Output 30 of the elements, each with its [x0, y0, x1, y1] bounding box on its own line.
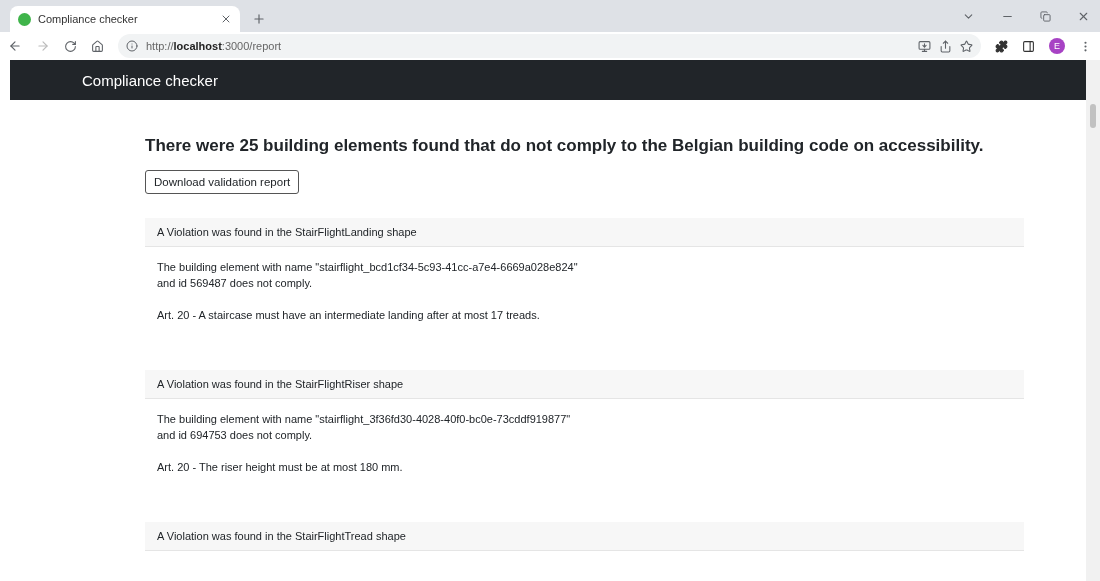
navbar-brand[interactable]: Compliance checker [82, 71, 218, 89]
close-icon[interactable] [220, 13, 232, 25]
card-header: A Violation was found in the StairFlightRiser shape [145, 370, 1024, 399]
info-icon[interactable] [126, 40, 138, 52]
home-icon[interactable] [91, 39, 104, 53]
back-icon[interactable] [8, 39, 22, 53]
address-field[interactable]: http://localhost:3000/report [146, 40, 282, 52]
id-text: and id 569487 does not comply. [157, 276, 314, 291]
favicon-icon [18, 12, 31, 26]
tab-title: Compliance checker [38, 13, 139, 25]
puzzle-icon[interactable] [995, 39, 1008, 53]
install-icon[interactable] [918, 39, 931, 53]
browser-tab[interactable]: Compliance checker [10, 6, 240, 32]
scrollbar[interactable] [1086, 60, 1100, 581]
share-icon[interactable] [939, 39, 952, 53]
id-text: and id 694753 does not comply. [157, 428, 314, 443]
profile-avatar[interactable]: E [1049, 38, 1065, 54]
rule-text: Art. 20 - A staircase must have an intermediate landing after at most 17 treads. [157, 308, 541, 323]
card-header: A Violation was found in the StairFlightLanding shape [145, 218, 1024, 247]
rule-text: Art. 20 - The riser height must be at most 180 mm. [157, 460, 404, 475]
element-text: The building element with name "stairflight_3f36fd30-4028-40f0-bc0e-73cddf919877" [157, 412, 572, 427]
star-icon[interactable] [960, 39, 973, 53]
element-text: The building element with name "stairflight_bcd1cf34-5c93-41cc-a7e4-6669a028e824" [157, 260, 579, 275]
card-header: A Violation was found in the StairFlightTread shape [145, 522, 1024, 551]
download-button[interactable]: Download validation report [145, 170, 300, 194]
page-heading: There were 25 building elements found that do not comply to the Belgian building code on accessibility. [145, 136, 984, 156]
scrollbar-thumb[interactable] [1090, 104, 1096, 128]
side-panel-icon[interactable] [1022, 39, 1035, 53]
restore-icon[interactable] [1040, 10, 1051, 22]
reload-icon[interactable] [64, 39, 77, 53]
